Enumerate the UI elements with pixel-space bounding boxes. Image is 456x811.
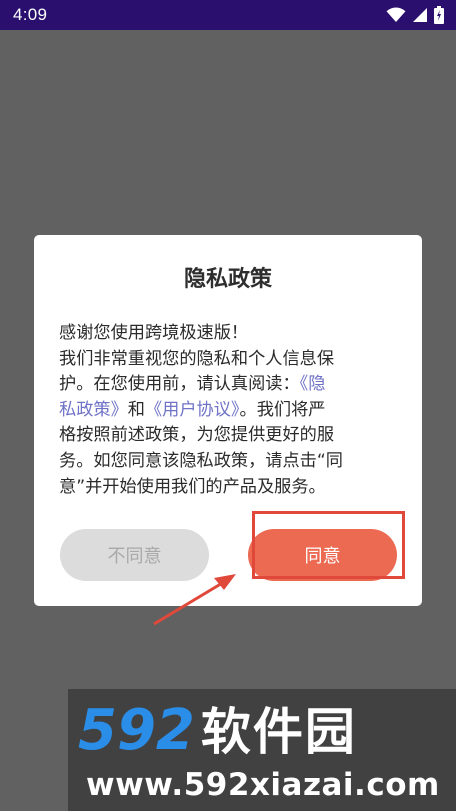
user-agreement-link[interactable]: 《用户协议》 [145,400,240,420]
dialog-title: 隐私政策 [183,267,272,292]
dialog-body: 感谢您使用跨境极速版！ 我们非常重视您的隐私和个人信息保 护。在您使用前，请认真… [59,321,399,500]
privacy-policy-link-cont[interactable]: 私政策》 [59,400,128,420]
status-icons [386,6,444,24]
body-line: 护。在您使用前，请认真阅读：《隐 [59,374,326,395]
body-line: 私政策》和《用户协议》。我们将严 [59,399,326,420]
signal-icon [412,7,428,23]
status-time: 4:09 [13,5,48,24]
watermark-logo: 592 软件园 [78,698,357,763]
body-line: 务。如您同意该隐私政策，请点击“同 [59,450,343,471]
battery-icon [434,6,444,24]
body-line: 我们非常重视您的隐私和个人信息保 [59,348,335,369]
watermark: 592 软件园 www.592xiazai.com [68,689,456,811]
body-line: 格按照前述政策，为您提供更好的服 [59,425,335,446]
privacy-policy-link[interactable]: 《隐 [300,374,326,394]
status-bar: 4:09 [0,0,456,30]
wifi-icon [386,7,406,23]
highlight-annotation [252,511,405,579]
body-line: 意”并开始使用我们的产品及服务。 [59,476,326,497]
watermark-url: www.592xiazai.com [86,767,440,803]
body-line: 感谢您使用跨境极速版！ [59,323,249,343]
arrow-annotation-icon [153,574,236,626]
